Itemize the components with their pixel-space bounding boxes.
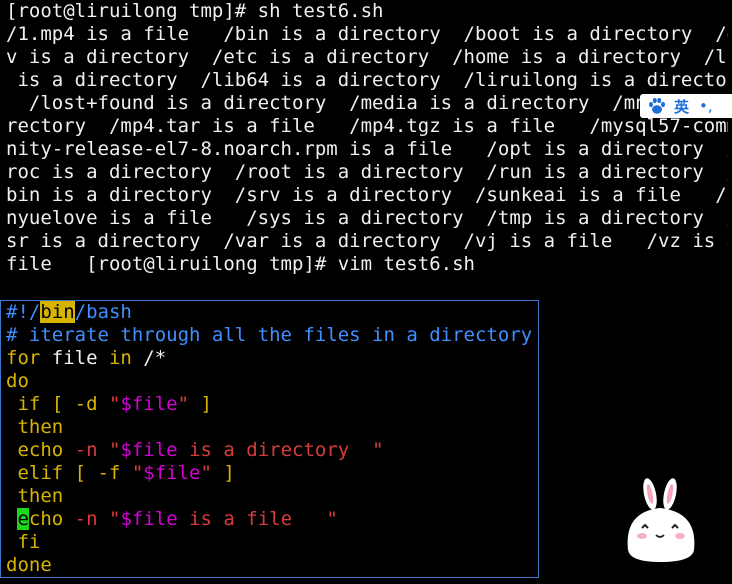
code-line[interactable]: then: [6, 416, 532, 439]
code-line[interactable]: echo -n "$file is a file ": [6, 508, 532, 531]
code-token: ]: [189, 393, 212, 415]
code-token: bin: [40, 301, 75, 323]
code-line[interactable]: then: [6, 485, 532, 508]
code-token: $file: [120, 393, 178, 415]
code-token: /*: [131, 347, 167, 369]
code-line[interactable]: fi: [6, 531, 532, 554]
code-token: fi: [6, 531, 41, 553]
code-token: cho: [28, 508, 64, 530]
code-token: ]: [211, 462, 235, 484]
code-token: #!/: [6, 301, 41, 323]
terminal-line: roc is a directory /root is a directory …: [6, 161, 728, 183]
terminal-output: [root@liruilong tmp]# sh test6.sh /1.mp4…: [6, 0, 728, 276]
code-line[interactable]: echo -n "$file is a directory ": [6, 439, 532, 462]
code-token: ": [200, 462, 212, 484]
code-token: is a directory ": [177, 439, 384, 461]
code-line[interactable]: #!/bin/bash: [6, 301, 532, 324]
code-token: elif: [6, 462, 64, 484]
code-token: ": [177, 393, 190, 415]
code-token: for: [6, 347, 41, 369]
code-line[interactable]: done: [6, 554, 532, 577]
terminal-line: /1.mp4 is a file /bin is a directory /bo…: [6, 23, 728, 45]
terminal-line: is a directory /lib64 is a directory /li…: [6, 69, 728, 91]
code-token: # iterate through all the files in a dir…: [6, 324, 533, 346]
terminal-line: rectory /mp4.tar is a file /mp4.tgz is a…: [6, 115, 728, 137]
code-token: then: [6, 485, 64, 507]
text-cursor: e: [17, 508, 29, 530]
terminal-line: v is a directory /etc is a directory /ho…: [6, 46, 728, 68]
code-area[interactable]: #!/bin/bash # iterate through all the fil…: [6, 301, 532, 577]
code-line[interactable]: for file in /*: [6, 347, 532, 370]
code-token: do: [6, 370, 29, 392]
code-token: $file: [120, 508, 178, 530]
code-token: is a file ": [177, 508, 338, 530]
code-token: [ -d: [40, 393, 109, 415]
code-token: then: [6, 416, 64, 438]
code-token: done: [6, 554, 52, 576]
code-token: ": [131, 462, 144, 484]
code-token: ": [109, 508, 121, 530]
code-token: /bash: [74, 301, 132, 323]
code-line[interactable]: do: [6, 370, 532, 393]
code-token: file: [40, 347, 109, 369]
terminal-line: [root@liruilong tmp]# sh test6.sh: [6, 0, 384, 22]
terminal-line: sr is a directory /var is a directory /v…: [6, 230, 728, 252]
paw-icon[interactable]: [646, 95, 668, 117]
terminal-line: nity-release-el7-8.noarch.rpm is a file …: [6, 138, 728, 160]
code-token: ": [108, 393, 121, 415]
code-token: ": [108, 439, 121, 461]
vim-editor[interactable]: #!/bin/bash # iterate through all the fil…: [0, 300, 539, 578]
code-line[interactable]: elif [ -f "$file" ]: [6, 462, 532, 485]
terminal-line: nyuelove is a file /sys is a directory /…: [6, 207, 728, 229]
ime-punctuation-toggle[interactable]: •,: [699, 97, 713, 115]
code-line[interactable]: # iterate through all the files in a dir…: [6, 324, 532, 347]
bunny-mascot-icon: [627, 478, 695, 562]
code-token: [ -f: [63, 462, 132, 484]
terminal-line: bin is a directory /srv is a directory /…: [6, 184, 728, 206]
code-token: if: [6, 393, 41, 415]
ime-language-toggle[interactable]: 英: [674, 96, 689, 117]
terminal-line: file [root@liruilong tmp]# vim test6.sh: [6, 253, 475, 275]
ime-toolbar[interactable]: 英 •,: [640, 94, 732, 118]
code-line[interactable]: if [ -d "$file" ]: [6, 393, 532, 416]
code-token: $file: [143, 462, 201, 484]
code-token: -n: [63, 439, 109, 461]
code-token: echo: [6, 439, 64, 461]
code-token: in: [108, 347, 132, 369]
code-token: -n: [63, 508, 109, 530]
code-token: $file: [120, 439, 178, 461]
terminal-line: /lost+found is a directory /media is a d…: [6, 92, 659, 114]
